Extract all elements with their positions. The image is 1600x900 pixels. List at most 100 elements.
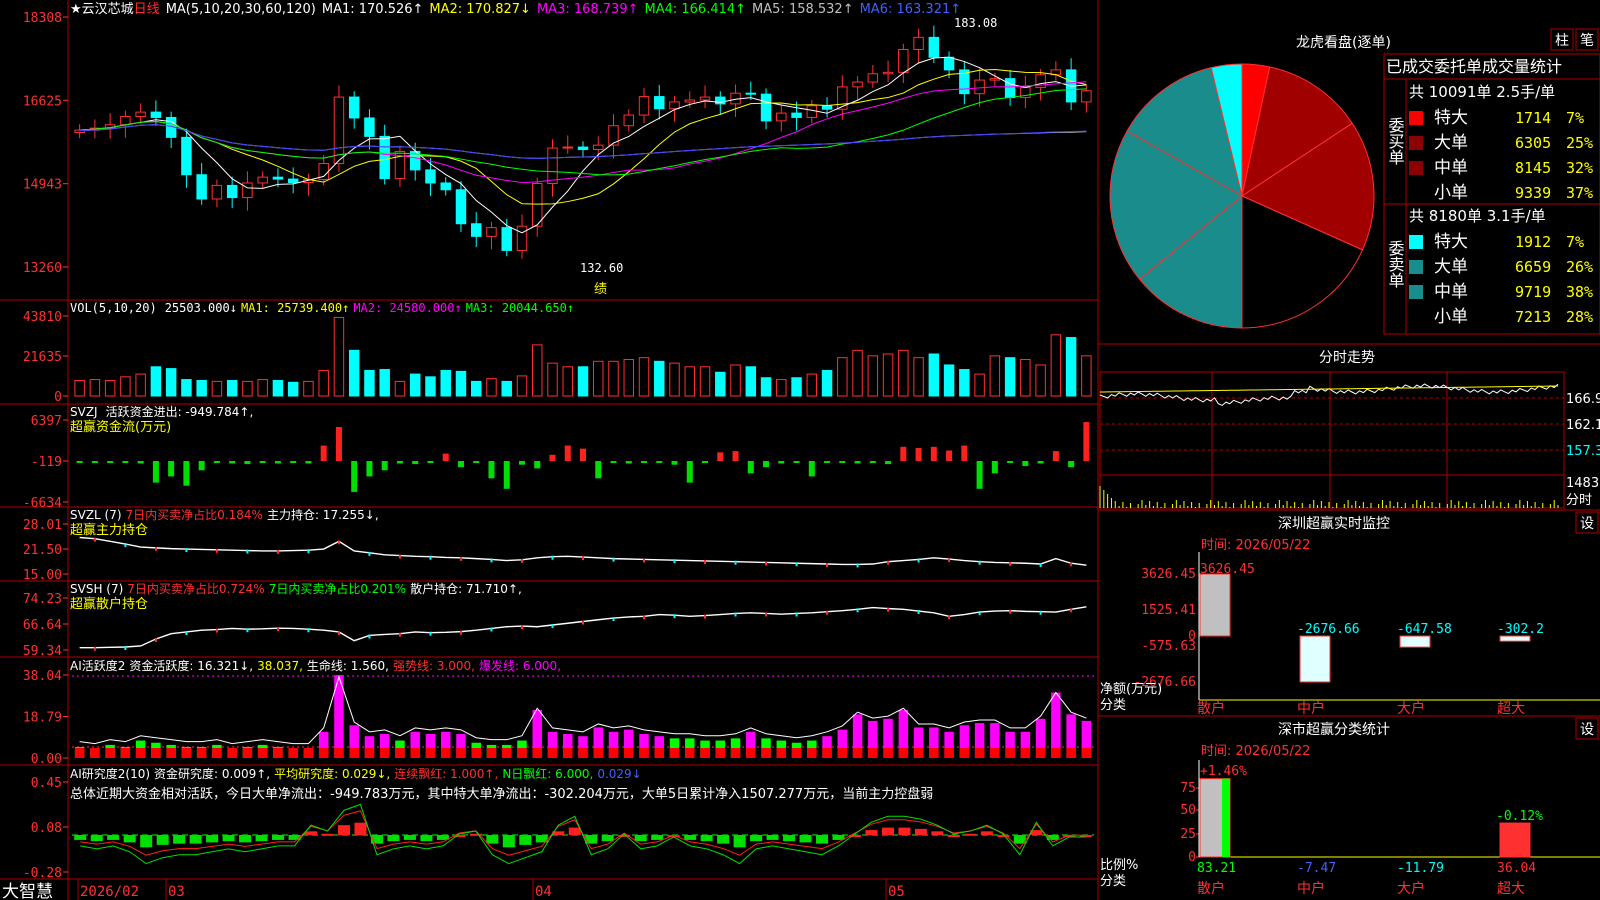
- classify-y-label: 25: [1180, 827, 1196, 842]
- svzj-bar: [900, 446, 907, 461]
- monitor-cat-label: 分类: [1100, 698, 1126, 713]
- y-tick-label: 14943: [23, 178, 62, 193]
- y-tick-label: 38.04: [23, 669, 62, 684]
- svzj-bar: [869, 461, 876, 463]
- ai1-base-bar: [883, 748, 893, 758]
- ai2-bar: [519, 835, 532, 845]
- svzj-bar: [198, 461, 205, 471]
- ai2-bar: [239, 835, 252, 843]
- row-count: 9339: [1515, 184, 1551, 202]
- candle-body: [776, 112, 787, 122]
- data-point: [429, 631, 432, 636]
- candle-body: [623, 114, 634, 127]
- bar-mode-label[interactable]: 柱: [1555, 33, 1569, 49]
- ai2-header: AI研究度2(10) 资金研究度: 0.009↑, 平均研究度: 0.029↓, 连续…: [70, 766, 642, 781]
- svzl-y-axis: 28.01 21.50 15.00: [23, 518, 68, 583]
- intraday-y-label: 157.3: [1566, 444, 1600, 459]
- ai1-base-bar: [852, 748, 863, 758]
- buy-orders-label: 委买单: [1386, 117, 1405, 165]
- monitor-settings-label[interactable]: 设: [1580, 516, 1594, 532]
- y-tick-label: -0.28: [23, 866, 62, 881]
- volume-bar: [425, 376, 436, 397]
- data-point: [520, 558, 523, 563]
- brand-logo[interactable]: 大智慧: [2, 882, 53, 900]
- data-point: [795, 562, 798, 567]
- ai2-bar: [337, 825, 350, 836]
- data-point: [368, 634, 371, 639]
- ai2-bar: [914, 828, 927, 836]
- volume-bar: [669, 362, 680, 397]
- candle-body: [135, 111, 146, 117]
- data-point: [978, 611, 981, 616]
- data-line: [79, 606, 1087, 649]
- intraday-frame: [1099, 371, 1565, 509]
- ai2-bar: [964, 833, 977, 836]
- avg-price-line: [1099, 385, 1559, 393]
- ai1-base-bar: [837, 748, 848, 758]
- svsh-header: SVSH (7) 7日内买卖净占比0.724% 7日内买卖净占比0.201% 散户持仓…: [70, 581, 522, 596]
- data-point: [459, 556, 462, 561]
- svzj-bar: [244, 461, 251, 465]
- monitor-bar: [1399, 635, 1431, 648]
- data-point: [307, 628, 310, 633]
- ai2-bar: [420, 835, 433, 842]
- svzj-bar: [457, 461, 464, 468]
- y-tick-label: -119: [31, 455, 62, 470]
- svzj-bar: [747, 461, 754, 474]
- data-point: [459, 630, 462, 635]
- svzj-bar: [305, 461, 312, 464]
- volume-bar: [806, 373, 818, 397]
- legend-swatch: [1409, 136, 1423, 150]
- svzj-bar: [808, 461, 815, 477]
- data-point: [215, 628, 218, 633]
- data-point: [1070, 608, 1073, 613]
- data-point: [704, 614, 707, 619]
- ai2-bar: [173, 835, 186, 844]
- row-pct: 38%: [1566, 283, 1593, 301]
- candle-body: [974, 79, 985, 95]
- candle-body: [913, 36, 924, 51]
- candle-body: [745, 92, 757, 95]
- svzj-bar: [366, 461, 373, 477]
- row-name: 特大: [1434, 108, 1468, 128]
- volume-bar: [287, 381, 299, 397]
- candle-body: [425, 169, 436, 184]
- y-tick-label: 18308: [23, 11, 62, 26]
- candle-body: [928, 36, 940, 58]
- ai1-base-bar: [486, 748, 497, 758]
- data-point: [978, 560, 981, 565]
- volume-bar: [776, 379, 787, 397]
- tick-mode-label[interactable]: 笔: [1580, 33, 1594, 49]
- candle-body: [684, 99, 696, 103]
- volume-bar: [226, 379, 238, 397]
- x-tick-label: 05: [888, 884, 905, 900]
- candle-body: [577, 146, 589, 150]
- classify-value-label: -11.79: [1397, 861, 1444, 876]
- row-name: 特大: [1434, 232, 1468, 252]
- period-label[interactable]: 日线: [134, 2, 160, 17]
- classify-y-label: 0: [1188, 850, 1196, 865]
- vol-y-axis: 43810 21635 0: [23, 310, 68, 405]
- earnings-marker[interactable]: 绩: [594, 282, 607, 297]
- x-tick-label: 04: [535, 884, 552, 900]
- ai1-base-bar: [410, 748, 420, 758]
- data-point: [643, 558, 646, 563]
- ma6-label: MA6: 163.321↑: [860, 2, 962, 17]
- data-point: [520, 625, 523, 630]
- ai1-base-bar: [822, 748, 832, 758]
- classify-settings-label[interactable]: 设: [1580, 722, 1594, 738]
- ai1-base-bar: [196, 748, 207, 758]
- stock-name[interactable]: 云汉芯城: [82, 2, 134, 17]
- ai1-base-bar: [471, 748, 481, 758]
- ai1-base-bar: [1005, 748, 1015, 758]
- ai1-base-bar: [90, 748, 100, 758]
- data-point: [612, 617, 615, 622]
- data-point: [490, 627, 493, 632]
- volume-bar: [867, 355, 879, 397]
- ai1-base-bar: [105, 748, 115, 758]
- volume-bar: [1050, 334, 1062, 397]
- monitor-y-label: -575.63: [1141, 639, 1196, 654]
- monitor-title: 深圳超赢实时监控: [1278, 515, 1390, 532]
- y-tick-label: 0.00: [31, 752, 62, 767]
- data-point: [337, 540, 340, 545]
